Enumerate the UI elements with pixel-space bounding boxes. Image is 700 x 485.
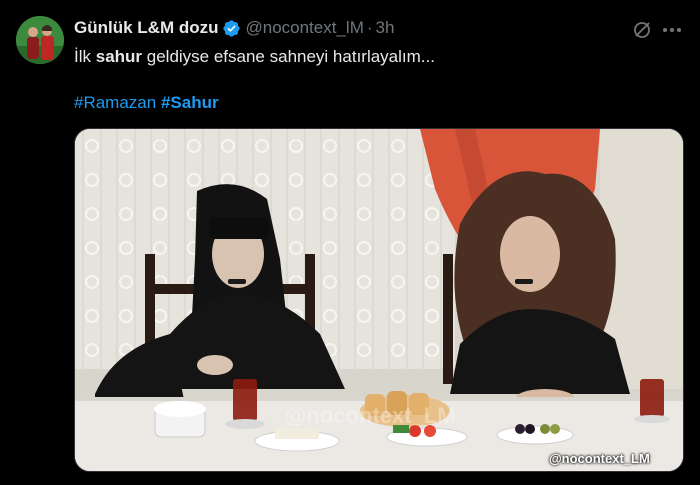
tweet-media[interactable]: @nocontext_LM @nocontext_LM [74, 128, 684, 472]
tweet[interactable]: Günlük L&M dozu @nocontext_lM · 3h İlk s… [0, 0, 700, 485]
more-options-icon[interactable] [662, 20, 682, 40]
display-name[interactable]: Günlük L&M dozu [74, 18, 218, 38]
tweet-text-bold: sahur [95, 47, 143, 66]
tweet-text-suffix: geldiyse efsane sahneyi hatırlayalım... [142, 47, 435, 66]
avatar[interactable] [16, 16, 64, 64]
media-watermark-center: @nocontext_LM [285, 403, 456, 428]
hashtag-ramazan[interactable]: #Ramazan [74, 93, 156, 112]
tweet-header: Günlük L&M dozu @nocontext_lM · 3h [74, 17, 620, 39]
hashtag-sahur[interactable]: #Sahur [161, 93, 219, 112]
verified-badge-icon [222, 19, 241, 38]
media-watermark: @nocontext_LM [549, 451, 650, 466]
separator: · [366, 18, 373, 37]
grok-icon[interactable] [632, 20, 652, 40]
handle[interactable]: @nocontext_lM [245, 18, 363, 38]
tweet-text-prefix: İlk [74, 47, 96, 66]
tweet-text: İlk sahur geldiyse efsane sahneyi hatırl… [74, 46, 680, 68]
avatar-image [16, 16, 64, 64]
hashtags: #Ramazan #Sahur [74, 92, 219, 114]
timestamp[interactable]: 3h [376, 18, 395, 38]
